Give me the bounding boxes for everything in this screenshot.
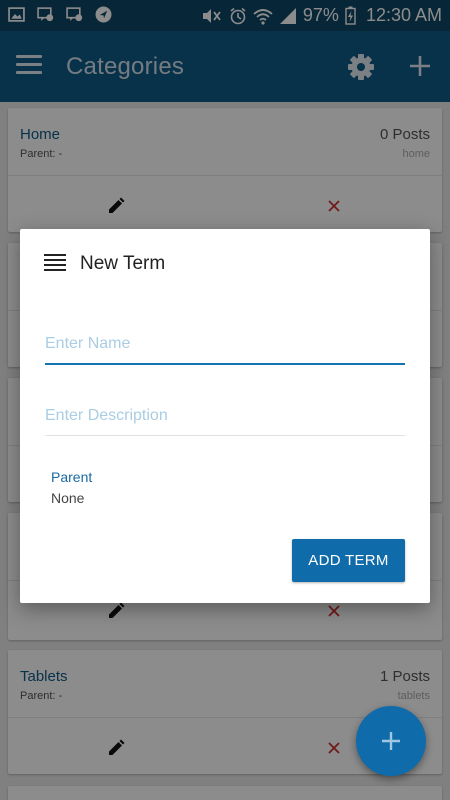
name-input[interactable] (45, 335, 405, 365)
add-term-button[interactable]: ADD TERM (292, 539, 405, 582)
plus-icon (382, 732, 400, 750)
list-icon (44, 254, 66, 272)
parent-select[interactable]: None (51, 490, 84, 506)
dialog-title: New Term (80, 253, 166, 274)
new-term-dialog: New Term Parent None ADD TERM (20, 229, 430, 603)
description-input[interactable] (45, 407, 405, 436)
add-fab[interactable] (356, 706, 426, 776)
parent-label: Parent (51, 469, 93, 485)
